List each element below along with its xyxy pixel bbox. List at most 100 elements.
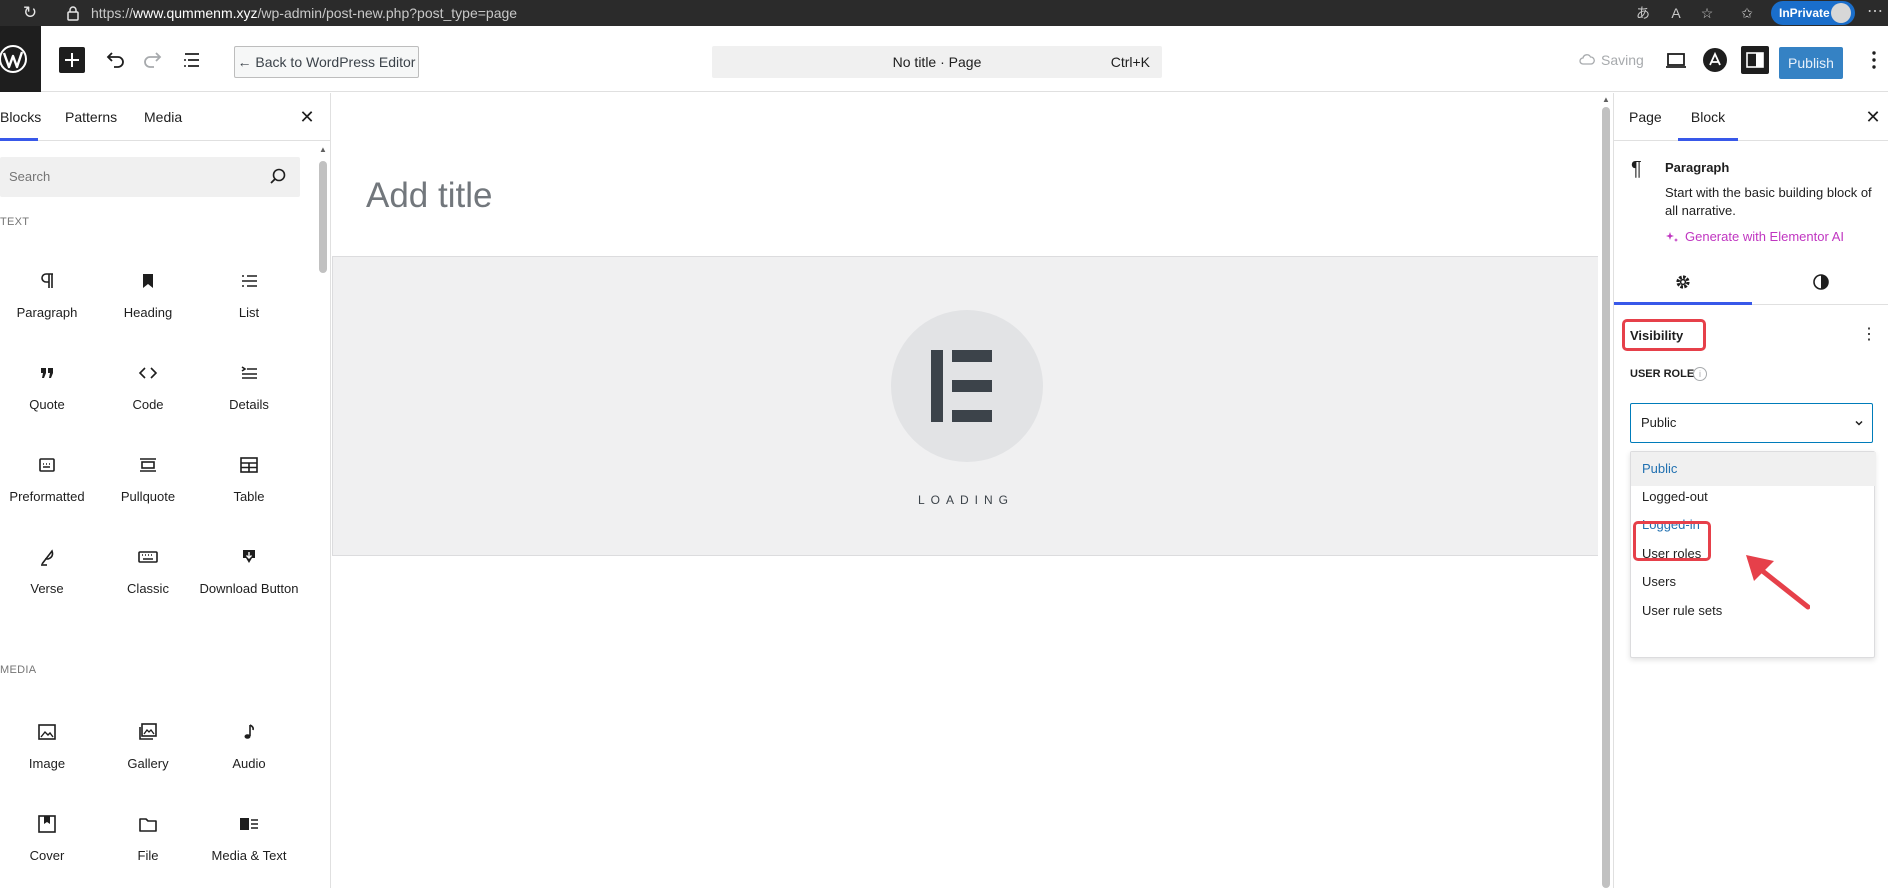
url-path: /wp-admin/post-new.php?post_type=page [257,5,518,21]
block-quote[interactable]: Quote [0,359,97,443]
inprivate-label: InPrivate [1779,6,1830,20]
user-role-select[interactable]: Public [1630,403,1873,443]
block-file[interactable]: File [98,810,198,888]
block-label: Audio [232,756,266,771]
block-paragraph[interactable]: Paragraph [0,267,97,351]
tab-settings[interactable] [1614,259,1752,305]
tab-page[interactable]: Page [1629,93,1662,141]
wordpress-icon [0,45,27,73]
gallery-icon [134,718,162,746]
wordpress-logo[interactable] [0,26,41,92]
block-search-field[interactable]: Search [0,157,300,197]
download-button-icon [235,543,263,571]
block-card-description: Start with the basic building block of a… [1665,185,1872,218]
block-label: Details [229,397,269,412]
tab-media[interactable]: Media [144,93,182,141]
redo-icon[interactable] [139,46,167,74]
search-icon[interactable] [268,167,288,187]
block-list[interactable]: List [199,267,299,351]
more-icon[interactable]: ⋯ [1866,3,1884,23]
close-icon[interactable]: ✕ [1863,107,1883,127]
inprivate-badge[interactable]: InPrivate [1771,1,1855,25]
block-label: Pullquote [120,489,176,504]
block-verse[interactable]: Verse [0,543,97,627]
media-text-icon [235,810,263,838]
image-icon [33,718,61,746]
more-options-icon[interactable]: ⋮ [1861,325,1877,345]
post-title-input[interactable]: Add title [366,176,492,216]
undo-icon[interactable] [101,46,129,74]
block-audio[interactable]: Audio [199,718,299,802]
block-media-text[interactable]: Media & Text [199,810,299,888]
block-label: Quote [29,397,65,412]
generate-with-elementor-ai-link[interactable]: Generate with Elementor AI [1685,229,1844,244]
elementor-ai-icon[interactable] [1701,46,1729,74]
tab-blocks[interactable]: Blocks [0,93,41,141]
block-label: List [238,305,260,320]
command-palette-bar[interactable]: No title · Page Ctrl+K [712,46,1162,78]
browser-address-bar: ↻ https://www.qummenm.xyz/wp-admin/post-… [0,0,1888,26]
pullquote-icon [134,451,162,479]
reload-icon[interactable]: ↻ [20,3,40,23]
favorite-icon[interactable]: ☆ [1697,3,1717,23]
verse-icon [33,543,61,571]
preview-desktop-icon[interactable] [1662,46,1690,74]
plus-icon [65,53,79,67]
tab-styles[interactable] [1752,259,1888,305]
settings-sidebar-icon[interactable] [1741,46,1769,74]
url-prefix: https:// [91,5,134,21]
heading-icon [134,267,162,295]
block-code[interactable]: Code [98,359,198,443]
read-aloud-icon[interactable]: あ [1633,3,1653,23]
block-download-button[interactable]: Download Button [199,543,299,627]
block-preformatted[interactable]: Preformatted [0,451,97,535]
command-shortcut: Ctrl+K [1110,54,1150,70]
tab-block[interactable]: Block [1678,93,1738,141]
elementor-loading-block[interactable]: LOADING [332,256,1598,556]
document-title: No title · Page [892,54,982,70]
block-pullquote[interactable]: Pullquote [98,451,198,535]
block-label: Download Button [199,581,299,596]
sparkle-icon [1666,232,1678,242]
paragraph-icon: ¶ [1631,158,1642,180]
settings-sidebar: Page Block ✕ ¶ Paragraph Start with the … [1613,93,1888,888]
paragraph-icon [33,267,61,295]
document-overview-icon[interactable] [178,46,206,74]
block-label: Verse [30,581,64,596]
close-icon[interactable]: ✕ [297,107,317,127]
block-image[interactable]: Image [0,718,97,802]
tab-patterns[interactable]: Patterns [65,93,117,141]
block-classic[interactable]: Classic [98,543,198,627]
saving-label: Saving [1601,52,1644,68]
block-label: Media & Text [211,848,287,863]
block-cover[interactable]: Cover [0,810,97,888]
scroll-up-icon[interactable]: ▲ [1601,95,1611,105]
url-field[interactable]: https://www.qummenm.xyz/wp-admin/post-ne… [91,5,517,21]
block-gallery[interactable]: Gallery [98,718,198,802]
block-details[interactable]: Details [199,359,299,443]
scrollbar-thumb[interactable] [1602,107,1610,888]
annotation-highlight-box [1633,521,1711,561]
scrollbar-thumb[interactable] [319,161,327,273]
lock-icon[interactable] [66,5,80,21]
publish-button[interactable]: Publish [1779,47,1843,79]
elementor-logo [891,310,1043,462]
scroll-up-icon[interactable]: ▲ [318,145,328,155]
info-icon[interactable]: i [1693,367,1707,381]
inserter-scrollbar[interactable]: ▲ [318,145,328,885]
table-icon [235,451,263,479]
text-size-icon[interactable]: A [1666,3,1686,23]
block-inserter-toggle[interactable] [59,47,85,73]
editor-canvas: Add title LOADING ▲ [331,93,1613,888]
back-to-wordpress-editor-button[interactable]: ← Back to WordPress Editor [234,46,419,78]
search-input[interactable]: Search [9,157,50,197]
options-icon[interactable] [1860,46,1888,74]
block-heading[interactable]: Heading [98,267,198,351]
file-icon [134,810,162,838]
block-inserter-panel: Blocks Patterns Media ✕ Search ▲ TEXT Pa… [0,93,331,888]
favorites-list-icon[interactable]: ✩ [1737,3,1757,23]
canvas-scrollbar[interactable]: ▲ [1599,93,1613,888]
select-value: Public [1641,415,1677,430]
audio-icon [235,718,263,746]
block-table[interactable]: Table [199,451,299,535]
